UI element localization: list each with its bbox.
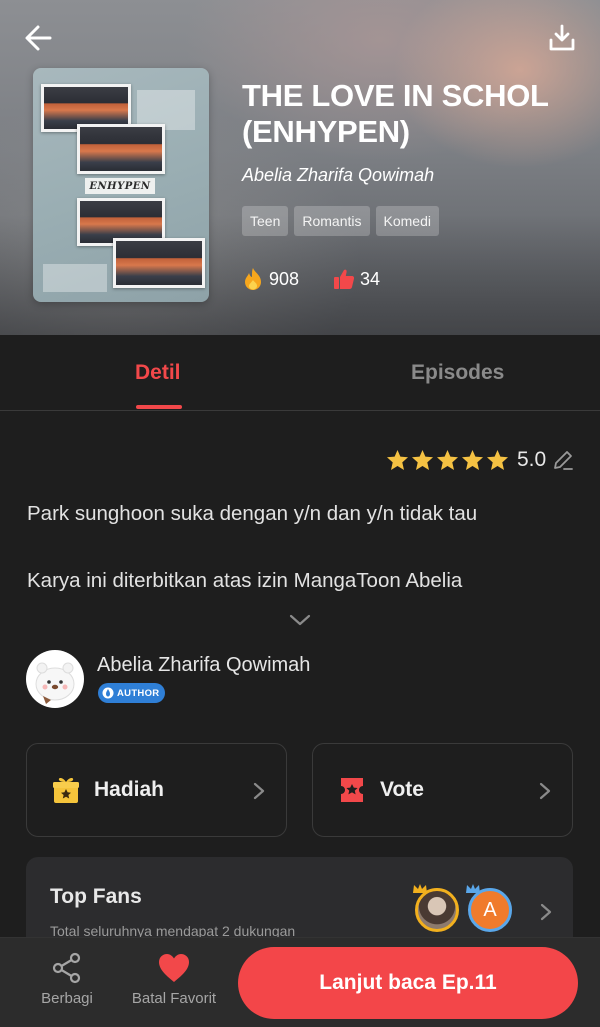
share-label: Berbagi [41, 990, 93, 1007]
pencil-icon [554, 451, 574, 470]
book-description: Park sunghoon suka dengan y/n dan y/n ti… [27, 502, 478, 525]
rating-stars [386, 449, 509, 471]
likes-stat: 34 [333, 268, 380, 290]
rating: 5.0 [386, 448, 574, 472]
star-icon [436, 449, 459, 471]
fire-icon [245, 268, 261, 290]
tag-komedi[interactable]: Komedi [375, 206, 439, 236]
gift-icon [51, 775, 81, 810]
bottom-action-bar: Berbagi Batal Favorit Lanjut baca Ep.11 [0, 937, 600, 1027]
bear-avatar-icon [35, 662, 75, 704]
tag-teen[interactable]: Teen [242, 206, 289, 236]
star-icon [386, 449, 409, 471]
cover-photo [77, 124, 165, 174]
cover-band: ENHYPEN [85, 178, 155, 194]
book-title: THE LOVE IN SCHOL (ENHYPEN) [242, 78, 549, 149]
download-button[interactable] [540, 16, 584, 60]
vote-button[interactable]: Vote [312, 743, 573, 837]
continue-reading-button[interactable]: Lanjut baca Ep.11 [238, 947, 578, 1019]
active-tab-indicator [136, 405, 182, 409]
share-button[interactable]: Berbagi [37, 952, 97, 1007]
tab-episodes[interactable]: Episodes [308, 335, 600, 411]
author-badge: AUTHOR [98, 683, 166, 703]
chevron-right-icon [539, 902, 553, 927]
likes-count: 34 [360, 268, 381, 289]
star-icon [486, 449, 509, 471]
book-cover[interactable]: ENHYPEN [33, 68, 209, 302]
thumbs-up-icon [334, 269, 355, 289]
top-fans-title: Top Fans [50, 885, 142, 908]
gift-label: Hadiah [94, 778, 165, 801]
author-name[interactable]: Abelia Zharifa Qowimah [97, 654, 310, 677]
book-author[interactable]: Abelia Zharifa Qowimah [242, 165, 434, 186]
chevron-down-icon [289, 614, 311, 626]
arrow-left-icon [25, 25, 52, 51]
cover-note [43, 264, 107, 292]
star-icon [461, 449, 484, 471]
rating-value: 5.0 [517, 448, 547, 471]
vote-label: Vote [380, 778, 424, 801]
vote-ticket-icon [337, 775, 367, 810]
download-icon [549, 24, 575, 51]
cover-photo [113, 238, 205, 288]
heart-icon [159, 954, 189, 982]
author-avatar[interactable] [26, 650, 84, 708]
tab-bar: Detil Episodes [0, 335, 600, 411]
author-badge-label: AUTHOR [117, 687, 160, 699]
star-icon [411, 449, 434, 471]
edit-rating-button[interactable] [552, 449, 574, 471]
crown-icon [466, 884, 480, 893]
book-header: ENHYPEN THE LOVE IN SCHOL (ENHYPEN) Abel… [0, 0, 600, 335]
share-icon [52, 952, 81, 984]
expand-description-button[interactable] [288, 610, 312, 635]
chevron-right-icon [538, 781, 552, 806]
book-stats: 908 34 [242, 267, 414, 291]
author-badge-icon [102, 687, 114, 699]
back-button[interactable] [16, 16, 60, 60]
tag-list: Teen Romantis Komedi [242, 206, 439, 236]
tab-detil[interactable]: Detil [9, 335, 309, 411]
views-stat: 908 [242, 267, 299, 291]
favorite-button[interactable]: Batal Favorit [126, 952, 222, 1007]
views-count: 908 [269, 268, 300, 289]
crown-icon [413, 884, 427, 893]
publication-note: Karya ini diterbitkan atas izin MangaToo… [27, 569, 463, 592]
favorite-label: Batal Favorit [131, 990, 217, 1007]
gift-button[interactable]: Hadiah [26, 743, 287, 837]
tag-romantis[interactable]: Romantis [294, 206, 370, 236]
chevron-right-icon [252, 781, 266, 806]
